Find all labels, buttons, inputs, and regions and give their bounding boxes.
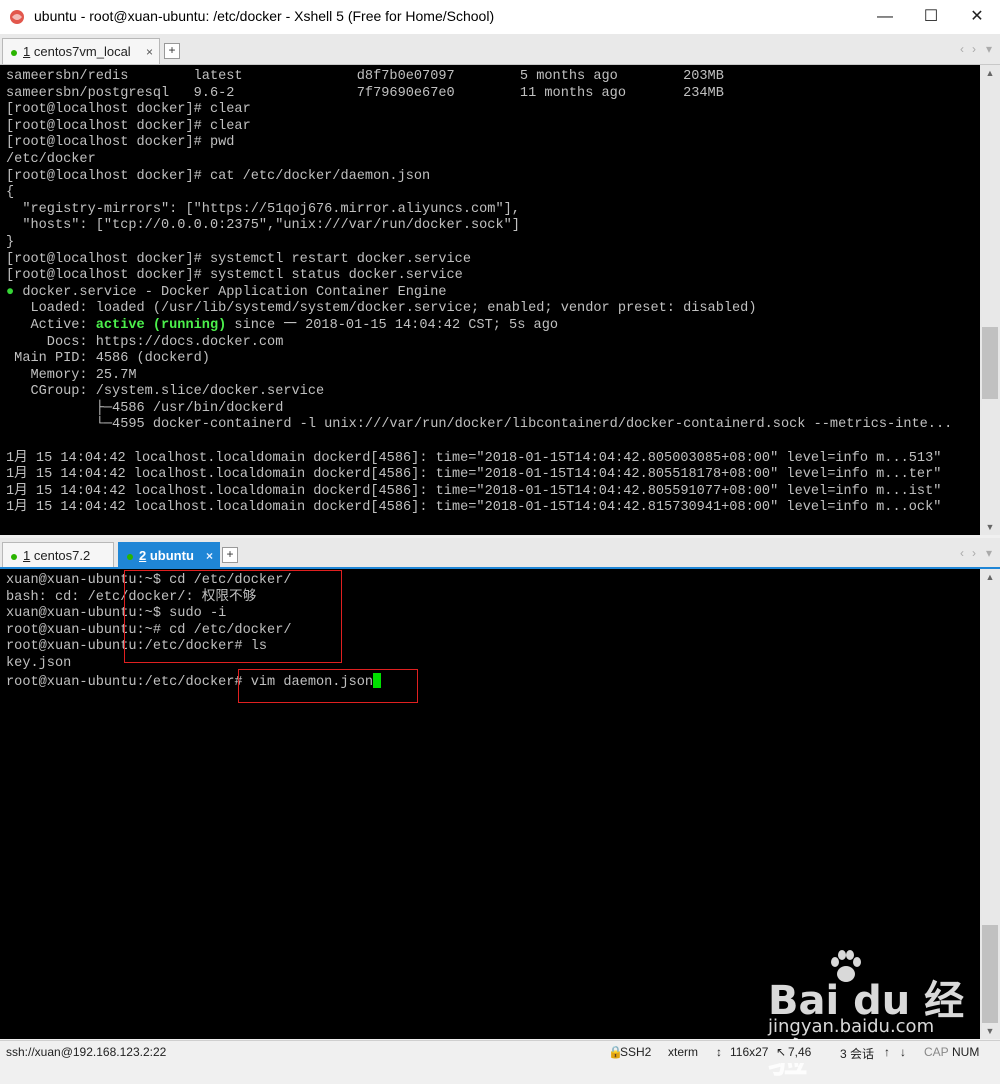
connected-dot-icon: [11, 49, 17, 56]
tab-number: 1: [23, 44, 31, 59]
size-icon: ↕: [716, 1045, 722, 1059]
service-cgroup-proc: └─4595 docker-containerd -l unix:///var/…: [6, 417, 953, 433]
top-scrollbar[interactable]: ▲ ▼: [980, 65, 1000, 535]
log-line: 1月 15 14:04:42 localhost.localdomain doc…: [6, 450, 942, 466]
status-num: NUM: [952, 1045, 980, 1059]
watermark-url: jingyan.baidu.com: [768, 1016, 935, 1037]
session-up-icon[interactable]: ↑: [884, 1045, 890, 1059]
terminal-line: key.json: [6, 655, 72, 671]
status-protocol: SSH2: [620, 1045, 652, 1059]
tab-list-icon[interactable]: ▾: [986, 546, 992, 560]
service-title-line: docker.service - Docker Application Cont…: [14, 284, 447, 300]
top-terminal[interactable]: sameersbn/redis latest d8f7b0e07097 5 mo…: [0, 65, 980, 535]
window-title: ubuntu - root@xuan-ubuntu: /etc/docker -…: [34, 8, 495, 24]
terminal-line: [root@localhost docker]# systemctl resta…: [6, 251, 471, 267]
terminal-line: /etc/docker: [6, 151, 96, 167]
service-active-prefix: Active:: [6, 317, 96, 333]
status-caps: CAP: [924, 1045, 949, 1059]
status-size: 116x27: [730, 1045, 769, 1059]
tab-scroll-left-icon[interactable]: ‹: [960, 42, 964, 56]
log-line: 1月 15 14:04:42 localhost.localdomain doc…: [6, 467, 942, 483]
scroll-thumb[interactable]: [982, 327, 998, 399]
highlight-box-vim: [238, 669, 418, 703]
tab-centos7vm-local[interactable]: 1 centos7vm_local ×: [2, 38, 160, 64]
connected-dot-icon: [127, 553, 133, 560]
connected-dot-icon: [11, 553, 17, 560]
scroll-down-icon[interactable]: ▼: [980, 519, 1000, 535]
cursor-pos-icon: ↖: [776, 1045, 787, 1059]
terminal-line: }: [6, 234, 15, 250]
window-titlebar: ubuntu - root@xuan-ubuntu: /etc/docker -…: [0, 0, 1000, 34]
service-docs-line: Docs: https://docs.docker.com: [6, 334, 284, 350]
close-window-button[interactable]: ✕: [954, 0, 1000, 34]
tab-scroll-left-icon[interactable]: ‹: [960, 546, 964, 560]
tab-label: ubuntu: [149, 548, 194, 563]
tab-label: centos7vm_local: [33, 44, 131, 59]
tab-scroll-right-icon[interactable]: ›: [972, 42, 976, 56]
add-tab-button[interactable]: +: [164, 43, 180, 59]
service-cgroup-line: CGroup: /system.slice/docker.service: [6, 384, 325, 400]
status-cursor-pos: 7,46: [788, 1045, 812, 1059]
tab-centos7-2[interactable]: 1 centos7.2: [2, 542, 114, 568]
service-loaded-line: Loaded: loaded (/usr/lib/systemd/system/…: [6, 301, 757, 317]
tab-scroll-right-icon[interactable]: ›: [972, 546, 976, 560]
terminal-line: [root@localhost docker]# pwd: [6, 135, 235, 151]
tab-ubuntu[interactable]: 2 ubuntu ×: [118, 542, 220, 568]
terminal-line: sameersbn/redis latest d8f7b0e07097 5 mo…: [6, 69, 724, 84]
maximize-button[interactable]: ☐: [908, 0, 954, 34]
statusbar: ssh://xuan@192.168.123.2:22 🔒 SSH2 xterm…: [0, 1040, 1000, 1063]
tab-close-icon[interactable]: ×: [146, 39, 153, 65]
baidu-jingyan-watermark: Bai du 经验 jingyan.baidu.com: [768, 950, 988, 1082]
tab-close-icon[interactable]: ×: [206, 543, 213, 569]
tab-number: 1: [23, 548, 31, 563]
service-memory-line: Memory: 25.7M: [6, 367, 137, 383]
tab-list-icon[interactable]: ▾: [986, 42, 992, 56]
minimize-button[interactable]: —: [862, 0, 908, 34]
scroll-up-icon[interactable]: ▲: [980, 569, 1000, 585]
status-terminal-type: xterm: [668, 1045, 698, 1059]
terminal-line: [root@localhost docker]# systemctl statu…: [6, 268, 463, 284]
add-tab-button[interactable]: +: [222, 547, 238, 563]
status-sessions: 3 会话: [840, 1047, 875, 1061]
terminal-line: [root@localhost docker]# cat /etc/docker…: [6, 168, 431, 184]
service-active-suffix: since 一 2018-01-15 14:04:42 CST; 5s ago: [226, 317, 559, 333]
terminal-line: {: [6, 185, 15, 201]
session-down-icon[interactable]: ↓: [900, 1045, 906, 1059]
xshell-app-icon: [10, 10, 24, 24]
log-line: 1月 15 14:04:42 localhost.localdomain doc…: [6, 483, 942, 499]
terminal-line: [root@localhost docker]# clear: [6, 102, 251, 118]
terminal-line: sameersbn/postgresql 9.6-2 7f79690e67e0 …: [6, 85, 724, 101]
service-pid-line: Main PID: 4586 (dockerd): [6, 351, 210, 367]
top-tabbar: 1 centos7vm_local × + ‹ › ▾: [0, 34, 1000, 65]
service-cgroup-proc: ├─4586 /usr/bin/dockerd: [6, 400, 284, 416]
tab-label: centos7.2: [33, 548, 91, 563]
terminal-line: "hosts": ["tcp://0.0.0.0:2375","unix:///…: [6, 218, 520, 234]
bottom-tabbar: 1 centos7.2 2 ubuntu × + ‹ › ▾: [0, 538, 1000, 569]
highlight-box-commands: [124, 570, 342, 663]
tab-number: 2: [139, 548, 147, 563]
scroll-up-icon[interactable]: ▲: [980, 65, 1000, 81]
service-active-state: active (running): [95, 317, 227, 333]
log-line: 1月 15 14:04:42 localhost.localdomain doc…: [6, 500, 942, 516]
terminal-line: "registry-mirrors": ["https://51qoj676.m…: [6, 201, 520, 217]
terminal-line: [root@localhost docker]# clear: [6, 118, 251, 134]
status-connection: ssh://xuan@192.168.123.2:22: [6, 1045, 167, 1059]
service-status-bullet-icon: ●: [6, 284, 15, 300]
